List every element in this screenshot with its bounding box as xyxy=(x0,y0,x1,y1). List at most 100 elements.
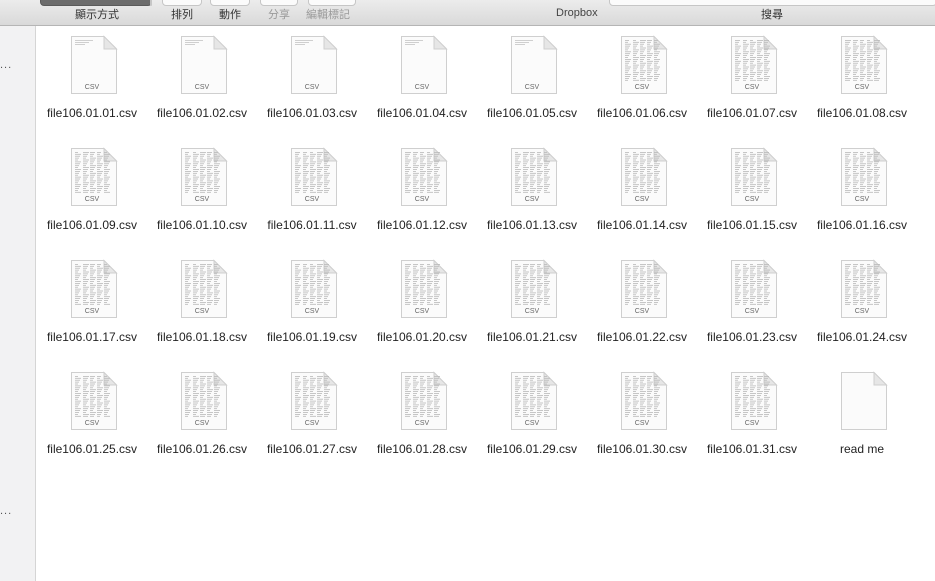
csv-file-icon: CSV xyxy=(66,35,118,95)
search-label: 搜尋 xyxy=(761,9,783,21)
sidebar-more-ellipsis[interactable]: ... xyxy=(0,59,12,71)
file-item[interactable]: CSV file106.01.15.csv xyxy=(697,140,807,252)
file-name: file106.01.25.csv xyxy=(46,442,138,456)
file-item[interactable]: read me xyxy=(807,364,917,476)
file-name: file106.01.14.csv xyxy=(596,218,688,232)
file-name: file106.01.19.csv xyxy=(266,330,358,344)
csv-file-icon: CSV xyxy=(616,371,668,431)
file-item[interactable]: CSV file106.01.16.csv xyxy=(807,140,917,252)
file-type-label: CSV xyxy=(194,308,210,315)
file-item[interactable]: CSV file106.01.19.csv xyxy=(257,252,367,364)
file-name: file106.01.10.csv xyxy=(156,218,248,232)
file-name: file106.01.30.csv xyxy=(596,442,688,456)
file-item[interactable]: CSV file106.01.11.csv xyxy=(257,140,367,252)
file-item[interactable]: CSV file106.01.01.csv xyxy=(37,28,147,140)
file-name: file106.01.04.csv xyxy=(376,106,468,120)
csv-file-icon: CSV xyxy=(396,147,448,207)
file-name: file106.01.20.csv xyxy=(376,330,468,344)
file-item[interactable]: CSV file106.01.14.csv xyxy=(587,140,697,252)
file-item[interactable]: CSV file106.01.07.csv xyxy=(697,28,807,140)
file-name: file106.01.16.csv xyxy=(816,218,908,232)
csv-file-icon: CSV xyxy=(616,259,668,319)
file-item[interactable]: CSV file106.01.24.csv xyxy=(807,252,917,364)
file-type-label: CSV xyxy=(84,84,100,91)
file-item[interactable]: CSV file106.01.05.csv xyxy=(477,28,587,140)
file-name: file106.01.18.csv xyxy=(156,330,248,344)
csv-file-icon: CSV xyxy=(506,259,558,319)
file-name: file106.01.05.csv xyxy=(486,106,578,120)
file-type-label: CSV xyxy=(84,308,100,315)
file-item[interactable]: CSV file106.01.18.csv xyxy=(147,252,257,364)
edit-tags-label: 編輯標記 xyxy=(306,9,350,21)
file-name: file106.01.02.csv xyxy=(156,106,248,120)
csv-file-icon: CSV xyxy=(506,371,558,431)
share-label: 分享 xyxy=(268,9,290,21)
file-item[interactable]: CSV file106.01.31.csv xyxy=(697,364,807,476)
text-document-icon xyxy=(836,371,888,431)
file-type-label: CSV xyxy=(414,308,430,315)
file-item[interactable]: CSV file106.01.10.csv xyxy=(147,140,257,252)
csv-file-icon: CSV xyxy=(836,259,888,319)
file-type-label: CSV xyxy=(194,196,210,203)
file-item[interactable]: CSV file106.01.20.csv xyxy=(367,252,477,364)
file-type-label: CSV xyxy=(84,196,100,203)
sidebar-more-ellipsis[interactable]: ... xyxy=(0,505,12,517)
file-type-label: CSV xyxy=(304,196,320,203)
file-type-label: CSV xyxy=(744,196,760,203)
file-item[interactable]: CSV file106.01.21.csv xyxy=(477,252,587,364)
csv-file-icon: CSV xyxy=(286,35,338,95)
file-item[interactable]: CSV file106.01.13.csv xyxy=(477,140,587,252)
file-name: file106.01.15.csv xyxy=(706,218,798,232)
file-item[interactable]: CSV file106.01.29.csv xyxy=(477,364,587,476)
file-name: file106.01.07.csv xyxy=(706,106,798,120)
file-item[interactable]: CSV file106.01.06.csv xyxy=(587,28,697,140)
csv-file-icon: CSV xyxy=(726,259,778,319)
finder-toolbar: 顯示方式 排列 動作 分享 編輯標記 Dropbox 搜尋 xyxy=(0,0,935,26)
file-name: file106.01.28.csv xyxy=(376,442,468,456)
csv-file-icon: CSV xyxy=(616,147,668,207)
file-type-label: CSV xyxy=(634,84,650,91)
file-item[interactable]: CSV file106.01.22.csv xyxy=(587,252,697,364)
file-item[interactable]: CSV file106.01.09.csv xyxy=(37,140,147,252)
csv-file-icon: CSV xyxy=(286,259,338,319)
file-type-label: CSV xyxy=(634,308,650,315)
file-type-label: CSV xyxy=(304,420,320,427)
csv-file-icon: CSV xyxy=(836,147,888,207)
file-item[interactable]: CSV file106.01.27.csv xyxy=(257,364,367,476)
file-item[interactable]: CSV file106.01.17.csv xyxy=(37,252,147,364)
file-type-label: CSV xyxy=(744,420,760,427)
csv-file-icon: CSV xyxy=(396,35,448,95)
file-item[interactable]: CSV file106.01.28.csv xyxy=(367,364,477,476)
csv-file-icon: CSV xyxy=(726,35,778,95)
file-item[interactable]: CSV file106.01.26.csv xyxy=(147,364,257,476)
file-item[interactable]: CSV file106.01.12.csv xyxy=(367,140,477,252)
file-type-label: CSV xyxy=(414,196,430,203)
file-name: file106.01.01.csv xyxy=(46,106,138,120)
file-type-label: CSV xyxy=(524,196,540,203)
file-type-label: CSV xyxy=(744,84,760,91)
file-type-label: CSV xyxy=(194,420,210,427)
csv-file-icon: CSV xyxy=(286,371,338,431)
file-item[interactable]: CSV file106.01.30.csv xyxy=(587,364,697,476)
csv-file-icon: CSV xyxy=(176,35,228,95)
file-type-label: CSV xyxy=(744,308,760,315)
file-item[interactable]: CSV file106.01.04.csv xyxy=(367,28,477,140)
file-item[interactable]: CSV file106.01.23.csv xyxy=(697,252,807,364)
file-name: read me xyxy=(839,442,885,456)
file-item[interactable]: CSV file106.01.03.csv xyxy=(257,28,367,140)
csv-file-icon: CSV xyxy=(176,371,228,431)
csv-file-icon: CSV xyxy=(396,259,448,319)
action-label: 動作 xyxy=(219,9,241,21)
file-item[interactable]: CSV file106.01.25.csv xyxy=(37,364,147,476)
file-name: file106.01.31.csv xyxy=(706,442,798,456)
csv-file-icon: CSV xyxy=(506,35,558,95)
file-name: file106.01.03.csv xyxy=(266,106,358,120)
csv-file-icon: CSV xyxy=(836,35,888,95)
csv-file-icon: CSV xyxy=(616,35,668,95)
file-item[interactable]: CSV file106.01.02.csv xyxy=(147,28,257,140)
view-mode-label: 顯示方式 xyxy=(75,9,119,21)
file-item[interactable]: CSV file106.01.08.csv xyxy=(807,28,917,140)
csv-file-icon: CSV xyxy=(286,147,338,207)
file-name: file106.01.17.csv xyxy=(46,330,138,344)
file-grid: CSV file106.01.01.csv CSV file106.01.02.csv… xyxy=(37,28,927,476)
